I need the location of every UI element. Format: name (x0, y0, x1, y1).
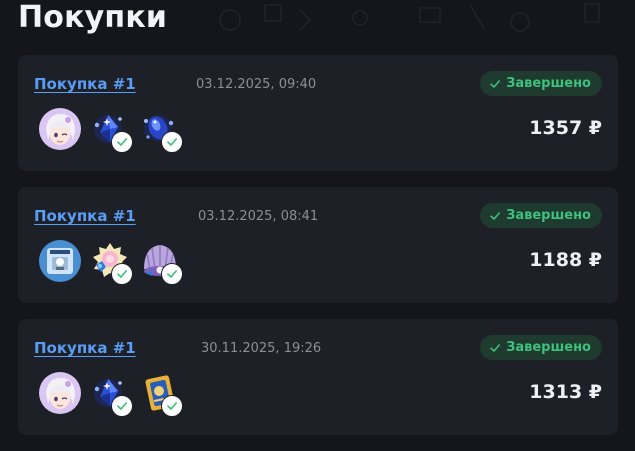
purchase-card[interactable]: Покупка #1 30.11.2025, 19:26 Завершено 1… (18, 319, 618, 435)
purchase-item[interactable] (88, 107, 133, 153)
character-avatar-icon (39, 372, 81, 414)
status-label: Завершено (506, 340, 591, 355)
status-badge: Завершено (480, 203, 602, 228)
check-icon (167, 138, 178, 146)
purchase-item[interactable] (138, 107, 183, 153)
check-icon (117, 270, 128, 278)
check-icon (117, 402, 128, 410)
purchase-price: 1357 ₽ (529, 117, 602, 139)
purchase-title-link[interactable]: Покупка #1 (34, 75, 136, 93)
delivered-check-badge (161, 131, 183, 153)
pass-card-icon (39, 240, 81, 282)
purchase-title-link[interactable]: Покупка #1 (34, 207, 136, 225)
purchase-card[interactable]: Покупка #1 03.12.2025, 08:41 Завершено 1… (18, 187, 618, 303)
delivered-check-badge (111, 131, 133, 153)
delivered-check-badge (111, 395, 133, 417)
status-label: Завершено (506, 76, 591, 91)
purchase-date: 03.12.2025, 08:41 (198, 209, 319, 224)
character-avatar-icon (39, 108, 81, 150)
purchase-date: 30.11.2025, 19:26 (201, 341, 322, 356)
purchase-card[interactable]: Покупка #1 03.12.2025, 09:40 Завершено 1… (18, 55, 618, 171)
items-row (38, 107, 208, 153)
check-icon (490, 343, 501, 352)
purchase-item[interactable] (138, 371, 183, 417)
check-icon (490, 211, 501, 220)
delivered-check-badge (161, 263, 183, 285)
purchase-item[interactable] (88, 371, 133, 417)
purchases-list: Покупка #1 03.12.2025, 09:40 Завершено 1… (18, 55, 618, 451)
purchase-price: 1313 ₽ (529, 381, 602, 403)
status-badge: Завершено (480, 71, 602, 96)
page-title: Покупки (18, 0, 168, 35)
purchase-item[interactable] (88, 239, 133, 285)
purchase-price: 1188 ₽ (529, 249, 602, 271)
purchase-date: 03.12.2025, 09:40 (196, 77, 317, 92)
check-icon (490, 79, 501, 88)
purchase-title-link[interactable]: Покупка #1 (34, 339, 136, 357)
status-label: Завершено (506, 208, 591, 223)
purchase-item[interactable] (138, 239, 183, 285)
items-row (38, 239, 208, 285)
check-icon (167, 270, 178, 278)
status-badge: Завершено (480, 335, 602, 360)
purchase-item[interactable] (38, 239, 82, 283)
check-icon (117, 138, 128, 146)
delivered-check-badge (161, 395, 183, 417)
purchase-item[interactable] (38, 371, 82, 415)
purchase-item[interactable] (38, 107, 82, 151)
check-icon (167, 402, 178, 410)
delivered-check-badge (111, 263, 133, 285)
items-row (38, 371, 208, 417)
